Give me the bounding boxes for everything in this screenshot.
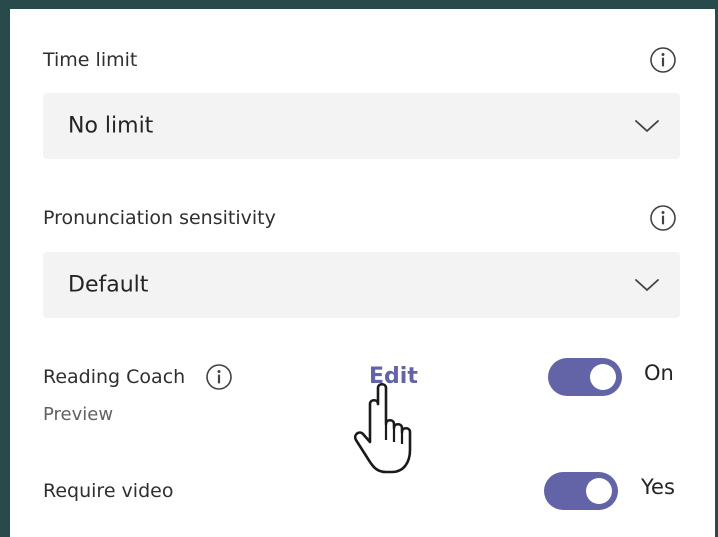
- reading-coach-toggle[interactable]: [548, 358, 622, 396]
- time-limit-label: Time limit: [43, 49, 138, 71]
- pronunciation-info-icon[interactable]: [649, 204, 677, 232]
- reading-coach-state-label: On: [644, 361, 674, 385]
- reading-coach-label: Reading Coach: [43, 366, 186, 388]
- reading-coach-preview-label: Preview: [43, 404, 114, 425]
- time-limit-dropdown[interactable]: No limit: [43, 93, 680, 159]
- toggle-knob: [590, 364, 616, 390]
- time-limit-info-icon[interactable]: [649, 46, 677, 74]
- require-video-state-label: Yes: [641, 475, 675, 499]
- reading-coach-info-icon[interactable]: [205, 363, 233, 391]
- require-video-toggle[interactable]: [544, 472, 618, 510]
- chevron-down-icon: [634, 118, 660, 134]
- chevron-down-icon: [634, 277, 660, 293]
- hand-pointer-icon: [348, 380, 420, 476]
- pronunciation-sensitivity-label: Pronunciation sensitivity: [43, 207, 276, 229]
- require-video-label: Require video: [43, 480, 174, 502]
- pronunciation-sensitivity-dropdown[interactable]: Default: [43, 252, 680, 318]
- toggle-knob: [586, 478, 612, 504]
- pronunciation-sensitivity-value: Default: [68, 272, 149, 298]
- time-limit-value: No limit: [68, 113, 154, 139]
